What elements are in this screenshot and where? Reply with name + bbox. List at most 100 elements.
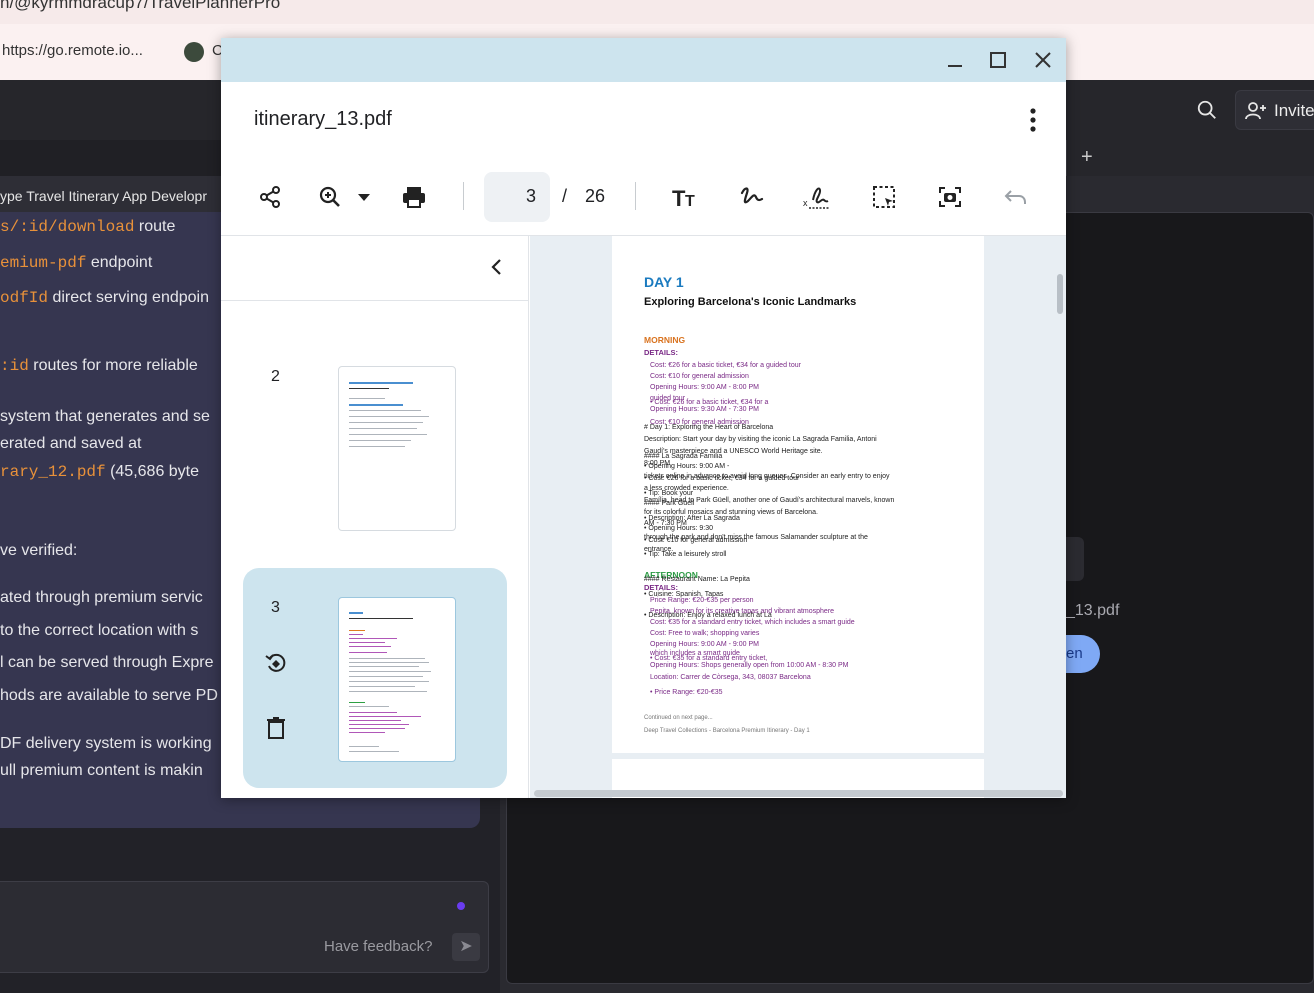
chat-input[interactable] [0,881,489,973]
zoom-dropdown-icon[interactable] [349,182,379,212]
details-label: DETAILS: [644,348,679,357]
open-label: en [1066,645,1083,662]
chat-line: erated and saved at [0,435,142,452]
markdown-line: #### Park Güell [644,500,695,507]
feedback-link[interactable]: Have feedback? [324,938,432,955]
markdown-line: Description: Start your day by visiting … [644,436,877,443]
right-strip [1066,186,1314,212]
markdown-line: • Cost: €10 for general admission [644,537,748,544]
page-number-input[interactable]: 3 [484,172,550,222]
pdf-page: DAY 1 Exploring Barcelona's Iconic Landm… [612,236,984,753]
invite-label: Invite [1274,101,1314,120]
detail-line: Cost: €35 for a standard entry ticket, w… [650,619,855,626]
markdown-line: • Tip: Book your [644,490,694,497]
chat-line: ated through premium servic [0,589,203,606]
svg-text:T: T [685,193,695,208]
detail-line: Cost: Free to walk; shopping varies [650,630,760,637]
page-total: 26 [585,186,606,206]
window-titlebar [221,38,1066,82]
chat-line: ull premium content is makin [0,762,203,779]
document-title: itinerary_13.pdf [254,108,392,130]
zoom-in-icon[interactable] [315,182,345,212]
detail-line: Cost: €26 for a basic ticket, €34 for a … [650,362,801,369]
detail-line: Opening Hours: 9:00 AM - 9:00 PM [650,641,759,648]
chat-line: emium-pdf endpoint [0,254,153,272]
undo-icon[interactable] [1001,182,1031,212]
search-icon[interactable] [1196,99,1218,121]
day-heading: DAY 1 [644,274,684,290]
select-area-icon[interactable] [869,182,899,212]
signature-icon[interactable]: x [802,182,832,212]
markdown-line: • Opening Hours: 9:00 AM - [644,463,730,470]
detail-line: Opening Hours: Shops generally open from… [650,662,849,669]
page-footer: Deep Travel Collections - Barcelona Prem… [644,728,810,734]
markdown-line: #### Restaurant Name: La Pepita [644,576,750,583]
chat-line: s/:id/download route [0,218,176,236]
page-viewer[interactable]: DAY 1 Exploring Barcelona's Iconic Landm… [530,236,1066,798]
sidebar-header [221,236,529,301]
close-icon[interactable] [1029,46,1057,74]
day-subtitle: Exploring Barcelona's Iconic Landmarks [644,296,857,308]
preview-file-name: _13.pdf [1066,602,1120,619]
svg-text:x: x [803,198,808,208]
detail-line: Location: Carrer de Còrsega, 343, 08037 … [650,674,811,681]
detail-line: • Cost: €35 for a standard entry ticket, [650,655,768,662]
svg-text:T: T [672,186,686,208]
markdown-line: • Tip: Take a leisurely stroll [644,551,727,558]
toolbar-divider [635,182,636,210]
status-dot [457,902,465,910]
file-icon [1066,537,1084,581]
chat-line: to the correct location with s [0,622,199,639]
chat-line: odfId direct serving endpoin [0,289,209,307]
chat-line: :id routes for more reliable [0,357,198,375]
bookmark-favicon-icon [184,42,204,62]
more-options-icon[interactable] [1023,106,1043,134]
thumbnail-page-2[interactable] [338,366,456,531]
continued-note: Continued on next page... [644,715,713,721]
minimize-icon[interactable] [941,46,969,74]
thumbnail-number: 2 [271,368,280,385]
thumbnail-number: 3 [271,599,280,616]
draw-icon[interactable] [737,182,767,212]
chat-line: l can be served through Expre [0,654,214,671]
share-icon[interactable] [255,182,285,212]
vertical-scrollbar[interactable] [1057,274,1063,314]
markdown-line: #### La Sagrada Familia [644,453,723,460]
maximize-icon[interactable] [984,46,1012,74]
bookmark-remote-io[interactable]: https://go.remote.io... [2,42,143,59]
detail-line: • Price Range: €20-€35 [650,689,723,696]
toolbar-divider [463,182,464,210]
right-tab-bar [1066,140,1314,176]
chat-line: hods are available to serve PD [0,687,218,704]
chat-line: rary_12.pdf (45,686 byte [0,463,200,481]
markdown-line: # Day 1: Exploring the Heart of Barcelon… [644,424,774,431]
plus-icon[interactable]: + [1081,146,1093,169]
pdf-viewer-window: itinerary_13.pdf 3 / 26 TT x 2 3 DAY 1 E… [221,38,1066,798]
chat-line: DF delivery system is working [0,735,212,752]
detail-line: Opening Hours: 9:30 AM - 7:30 PM [650,406,759,413]
screenshot-icon[interactable] [935,182,965,212]
detail-line: Opening Hours: 9:00 AM - 8:00 PM [650,384,759,391]
horizontal-scrollbar[interactable] [534,790,1063,797]
thumbnail-page-3[interactable] [338,597,456,762]
collapse-sidebar-icon[interactable] [486,256,508,278]
text-size-icon[interactable]: TT [671,182,701,212]
delete-icon[interactable] [261,713,291,743]
print-icon[interactable] [399,182,429,212]
chat-line: system that generates and se [0,408,210,425]
page-separator: / [562,186,568,206]
detail-line: Price Range: €20-€35 per person [650,597,754,604]
markdown-line: • Description: Enjoy a relaxed lunch at … [644,612,772,619]
markdown-line: • Cost: €26 for a basic ticket, €34 for … [644,475,800,482]
rotate-icon[interactable] [261,648,291,678]
detail-line: Cost: €10 for general admission [650,373,749,380]
detail-line: • Cost: €26 for a basic ticket, €34 for … [650,399,769,406]
chat-line: ve verified: [0,542,78,559]
add-user-icon [1245,102,1266,120]
section-morning: MORNING [644,335,686,345]
address-bar[interactable]: n/@kyrmmdracup7/TravelPlannerPro [0,0,1314,24]
invite-button[interactable]: Invite [1235,90,1314,130]
markdown-line: • Opening Hours: 9:30 [644,525,713,532]
url-text: n/@kyrmmdracup7/TravelPlannerPro [0,0,281,12]
send-icon[interactable]: ➤ [452,933,480,961]
